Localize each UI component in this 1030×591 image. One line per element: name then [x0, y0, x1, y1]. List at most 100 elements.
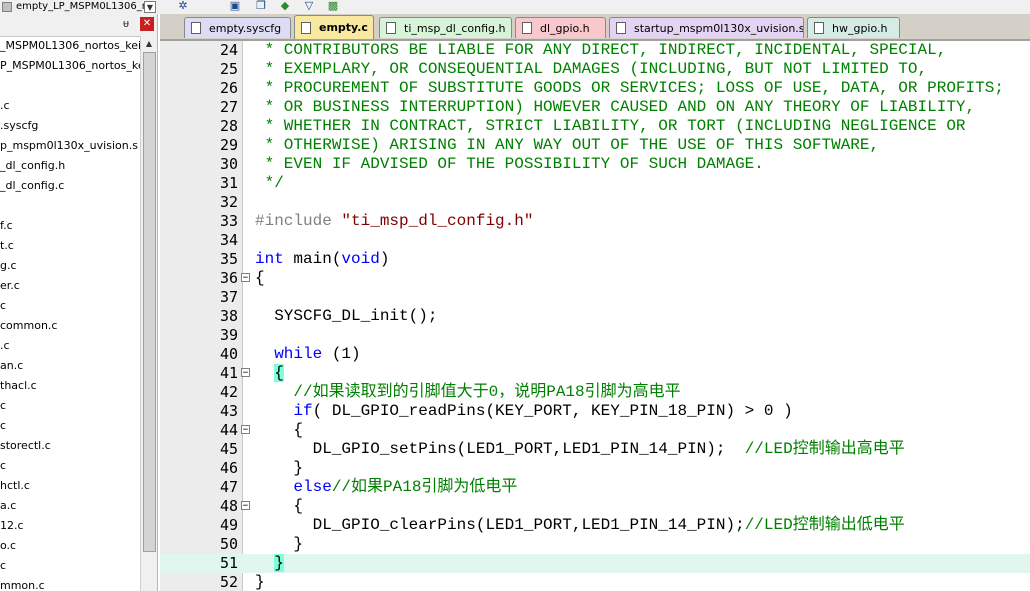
- project-tree-item[interactable]: c: [0, 416, 140, 436]
- project-tree-item[interactable]: c: [0, 396, 140, 416]
- project-tree-item[interactable]: hctl.c: [0, 476, 140, 496]
- scroll-thumb[interactable]: [143, 52, 156, 552]
- close-icon[interactable]: ✕: [140, 17, 154, 31]
- code-text[interactable]: {: [255, 269, 265, 288]
- code-line[interactable]: 47 else//如果PA18引脚为低电平: [160, 478, 1030, 497]
- code-text[interactable]: * EVEN IF ADVISED OF THE POSSIBILITY OF …: [255, 155, 764, 174]
- code-line[interactable]: 32: [160, 193, 1030, 212]
- code-text[interactable]: * OTHERWISE) ARISING IN ANY WAY OUT OF T…: [255, 136, 880, 155]
- project-tree-item[interactable]: p_mspm0l130x_uvision.s: [0, 136, 140, 156]
- code-text[interactable]: SYSCFG_DL_init();: [255, 307, 437, 326]
- project-tree-item[interactable]: 12.c: [0, 516, 140, 536]
- code-line[interactable]: 27 * OR BUSINESS INTERRUPTION) HOWEVER C…: [160, 98, 1030, 117]
- download-icon[interactable]: ◆: [278, 0, 292, 12]
- code-line[interactable]: 44− {: [160, 421, 1030, 440]
- code-text[interactable]: else//如果PA18引脚为低电平: [255, 478, 517, 497]
- tab-empty-syscfg[interactable]: empty.syscfg: [184, 17, 291, 38]
- fold-toggle-icon[interactable]: −: [241, 501, 250, 511]
- project-tree-item[interactable]: mmon.c: [0, 576, 140, 591]
- code-line[interactable]: 43 if( DL_GPIO_readPins(KEY_PORT, KEY_PI…: [160, 402, 1030, 421]
- code-text[interactable]: * OR BUSINESS INTERRUPTION) HOWEVER CAUS…: [255, 98, 976, 117]
- code-line[interactable]: 36−{: [160, 269, 1030, 288]
- code-line[interactable]: 37: [160, 288, 1030, 307]
- code-text[interactable]: * EXEMPLARY, OR CONSEQUENTIAL DAMAGES (I…: [255, 60, 928, 79]
- filter-icon[interactable]: ▽: [302, 0, 316, 12]
- scroll-up-icon[interactable]: ▲: [143, 38, 155, 50]
- code-line[interactable]: 40 while (1): [160, 345, 1030, 364]
- code-line[interactable]: 33 #include "ti_msp_dl_config.h": [160, 212, 1030, 231]
- code-line[interactable]: 26 * PROCUREMENT OF SUBSTITUTE GOODS OR …: [160, 79, 1030, 98]
- code-text[interactable]: {: [255, 364, 284, 383]
- tab-empty-c[interactable]: empty.c: [294, 15, 374, 39]
- code-line[interactable]: 38 SYSCFG_DL_init();: [160, 307, 1030, 326]
- code-text[interactable]: #include "ti_msp_dl_config.h": [255, 212, 533, 231]
- project-tree-item[interactable]: .syscfg: [0, 116, 140, 136]
- code-text[interactable]: * PROCUREMENT OF SUBSTITUTE GOODS OR SER…: [255, 79, 1004, 98]
- settings-icon[interactable]: ▩: [326, 0, 340, 12]
- code-line[interactable]: 35 int main(void): [160, 250, 1030, 269]
- wand-icon[interactable]: ✲: [176, 0, 190, 12]
- code-line[interactable]: 49 DL_GPIO_clearPins(LED1_PORT,LED1_PIN_…: [160, 516, 1030, 535]
- target-selector[interactable]: empty_LP_MSPM0L1306_nortos_keil ▼: [2, 0, 160, 13]
- code-text[interactable]: * CONTRIBUTORS BE LIABLE FOR ANY DIRECT,…: [255, 41, 947, 60]
- project-tree-item[interactable]: _MSPM0L1306_nortos_keil: [0, 36, 140, 56]
- project-tree-item[interactable]: c: [0, 556, 140, 576]
- project-tree-item[interactable]: er.c: [0, 276, 140, 296]
- project-tree-item[interactable]: thacl.c: [0, 376, 140, 396]
- code-text[interactable]: while (1): [255, 345, 360, 364]
- code-text[interactable]: //如果读取到的引脚值大于0，说明PA18引脚为高电平: [255, 383, 680, 402]
- code-line[interactable]: 48− {: [160, 497, 1030, 516]
- code-line[interactable]: 50 }: [160, 535, 1030, 554]
- project-tree-item[interactable]: c: [0, 456, 140, 476]
- code-line[interactable]: 25 * EXEMPLARY, OR CONSEQUENTIAL DAMAGES…: [160, 60, 1030, 79]
- code-text[interactable]: * WHETHER IN CONTRACT, STRICT LIABILITY,…: [255, 117, 966, 136]
- project-scrollbar[interactable]: ▲: [140, 36, 157, 591]
- code-text[interactable]: if( DL_GPIO_readPins(KEY_PORT, KEY_PIN_1…: [255, 402, 792, 421]
- code-line[interactable]: 42 //如果读取到的引脚值大于0，说明PA18引脚为高电平: [160, 383, 1030, 402]
- code-line[interactable]: 51 }: [160, 554, 1030, 573]
- code-text[interactable]: {: [255, 421, 303, 440]
- pin-icon[interactable]: ᵾ: [123, 17, 129, 30]
- fold-toggle-icon[interactable]: −: [241, 368, 250, 378]
- project-tree-item[interactable]: _dl_config.c: [0, 176, 140, 196]
- code-line[interactable]: 46 }: [160, 459, 1030, 478]
- code-text[interactable]: }: [255, 459, 303, 478]
- tab-hw-gpio-h[interactable]: hw_gpio.h: [807, 17, 900, 38]
- code-line[interactable]: 30 * EVEN IF ADVISED OF THE POSSIBILITY …: [160, 155, 1030, 174]
- code-line[interactable]: 34: [160, 231, 1030, 250]
- project-tree-item[interactable]: .c: [0, 336, 140, 356]
- project-tree-item[interactable]: storectl.c: [0, 436, 140, 456]
- code-text[interactable]: }: [255, 554, 284, 573]
- code-text[interactable]: DL_GPIO_clearPins(LED1_PORT,LED1_PIN_14_…: [255, 516, 905, 535]
- project-tree-item[interactable]: c: [0, 296, 140, 316]
- copy-icon[interactable]: ❐: [254, 0, 268, 12]
- project-tree-item[interactable]: t.c: [0, 236, 140, 256]
- project-tree-item[interactable]: o.c: [0, 536, 140, 556]
- project-tree-item[interactable]: f.c: [0, 216, 140, 236]
- tab-ti-msp-dl-config-h[interactable]: ti_msp_dl_config.h: [379, 17, 512, 38]
- project-tree-item[interactable]: common.c: [0, 316, 140, 336]
- tab-startup-mspm0l130x-uvision-s[interactable]: startup_mspm0l130x_uvision.s: [609, 17, 804, 38]
- code-text[interactable]: }: [255, 573, 265, 591]
- code-line[interactable]: 52}: [160, 573, 1030, 591]
- project-tree-item[interactable]: P_MSPM0L1306_nortos_keil: [0, 56, 140, 76]
- build-icon[interactable]: ▣: [228, 0, 242, 12]
- code-text[interactable]: {: [255, 497, 303, 516]
- code-line[interactable]: 41− {: [160, 364, 1030, 383]
- project-tree-item[interactable]: .c: [0, 96, 140, 116]
- code-line[interactable]: 29 * OTHERWISE) ARISING IN ANY WAY OUT O…: [160, 136, 1030, 155]
- project-tree-item[interactable]: g.c: [0, 256, 140, 276]
- fold-toggle-icon[interactable]: −: [241, 425, 250, 435]
- project-tree-item[interactable]: a.c: [0, 496, 140, 516]
- tab-dl-gpio-h[interactable]: dl_gpio.h: [515, 17, 606, 38]
- project-tree-item[interactable]: an.c: [0, 356, 140, 376]
- code-line[interactable]: 24 * CONTRIBUTORS BE LIABLE FOR ANY DIRE…: [160, 41, 1030, 60]
- code-line[interactable]: 39: [160, 326, 1030, 345]
- code-line[interactable]: 45 DL_GPIO_setPins(LED1_PORT,LED1_PIN_14…: [160, 440, 1030, 459]
- chevron-down-icon[interactable]: ▼: [144, 0, 156, 13]
- project-tree-item[interactable]: _dl_config.h: [0, 156, 140, 176]
- code-line[interactable]: 31 */: [160, 174, 1030, 193]
- code-editor[interactable]: 24 * CONTRIBUTORS BE LIABLE FOR ANY DIRE…: [160, 41, 1030, 591]
- code-text[interactable]: */: [255, 174, 284, 193]
- code-text[interactable]: }: [255, 535, 303, 554]
